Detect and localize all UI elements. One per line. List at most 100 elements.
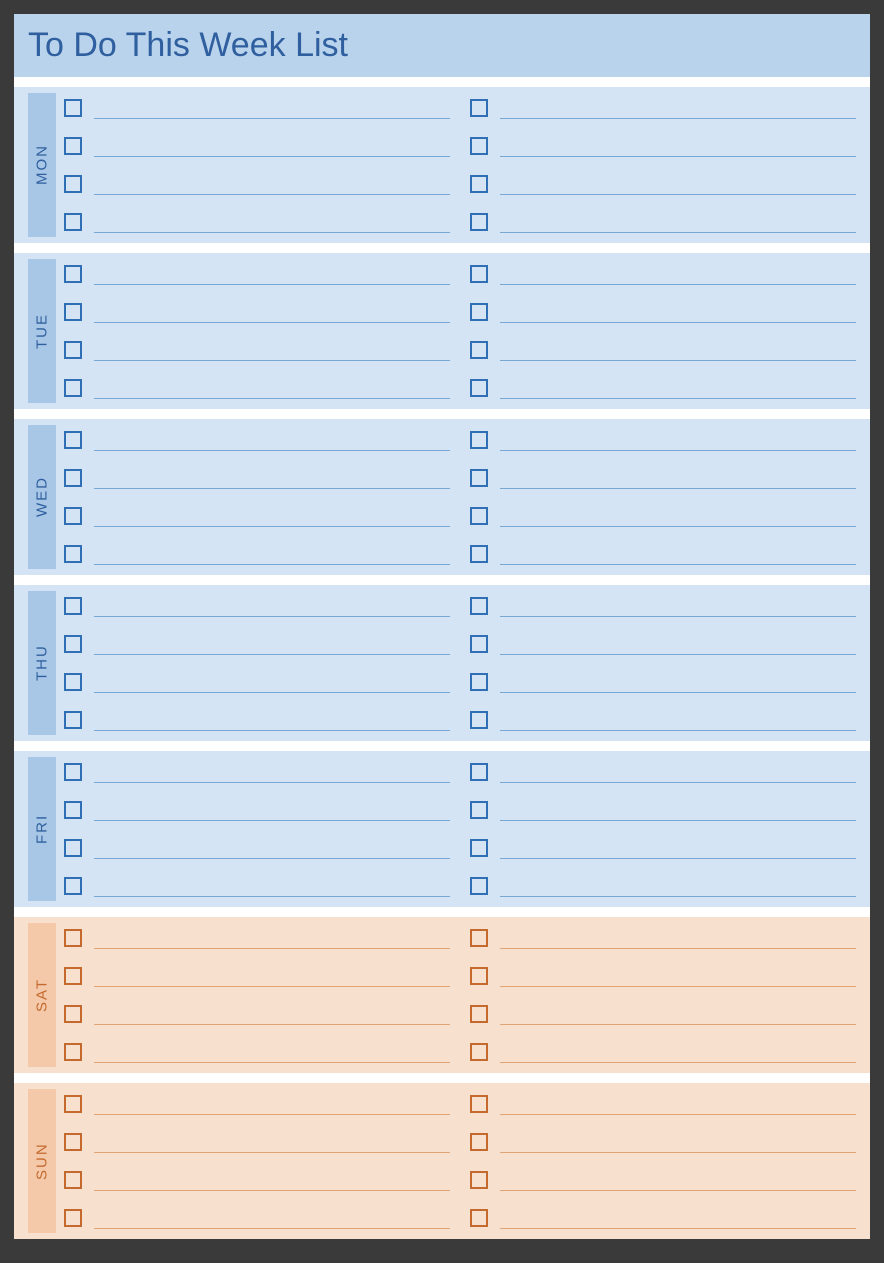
checkbox[interactable] (64, 597, 82, 615)
write-line[interactable] (94, 398, 450, 399)
checkbox[interactable] (470, 431, 488, 449)
write-line[interactable] (500, 450, 856, 451)
write-line[interactable] (94, 782, 450, 783)
checkbox[interactable] (64, 341, 82, 359)
checkbox[interactable] (470, 929, 488, 947)
checkbox[interactable] (64, 877, 82, 895)
write-line[interactable] (500, 782, 856, 783)
write-line[interactable] (500, 820, 856, 821)
checkbox[interactable] (470, 877, 488, 895)
checkbox[interactable] (470, 469, 488, 487)
checkbox[interactable] (64, 1209, 82, 1227)
write-line[interactable] (94, 118, 450, 119)
write-line[interactable] (94, 360, 450, 361)
write-line[interactable] (500, 232, 856, 233)
write-line[interactable] (94, 564, 450, 565)
write-line[interactable] (500, 118, 856, 119)
checkbox[interactable] (470, 265, 488, 283)
write-line[interactable] (94, 1190, 450, 1191)
checkbox[interactable] (470, 967, 488, 985)
write-line[interactable] (94, 284, 450, 285)
write-line[interactable] (500, 564, 856, 565)
checkbox[interactable] (64, 303, 82, 321)
checkbox[interactable] (64, 929, 82, 947)
checkbox[interactable] (470, 1133, 488, 1151)
write-line[interactable] (500, 194, 856, 195)
write-line[interactable] (94, 1228, 450, 1229)
checkbox[interactable] (470, 545, 488, 563)
write-line[interactable] (94, 896, 450, 897)
checkbox[interactable] (470, 99, 488, 117)
write-line[interactable] (500, 1062, 856, 1063)
write-line[interactable] (94, 488, 450, 489)
write-line[interactable] (500, 858, 856, 859)
checkbox[interactable] (64, 1095, 82, 1113)
checkbox[interactable] (64, 673, 82, 691)
checkbox[interactable] (470, 763, 488, 781)
write-line[interactable] (500, 322, 856, 323)
checkbox[interactable] (470, 175, 488, 193)
write-line[interactable] (500, 1114, 856, 1115)
write-line[interactable] (500, 616, 856, 617)
write-line[interactable] (94, 1152, 450, 1153)
checkbox[interactable] (470, 213, 488, 231)
checkbox[interactable] (64, 635, 82, 653)
write-line[interactable] (94, 194, 450, 195)
checkbox[interactable] (470, 839, 488, 857)
checkbox[interactable] (64, 1043, 82, 1061)
checkbox[interactable] (470, 801, 488, 819)
write-line[interactable] (94, 730, 450, 731)
write-line[interactable] (94, 156, 450, 157)
write-line[interactable] (500, 948, 856, 949)
write-line[interactable] (500, 1228, 856, 1229)
checkbox[interactable] (470, 137, 488, 155)
write-line[interactable] (94, 322, 450, 323)
checkbox[interactable] (64, 175, 82, 193)
checkbox[interactable] (470, 1171, 488, 1189)
write-line[interactable] (500, 398, 856, 399)
checkbox[interactable] (64, 711, 82, 729)
checkbox[interactable] (64, 507, 82, 525)
checkbox[interactable] (64, 213, 82, 231)
checkbox[interactable] (470, 597, 488, 615)
checkbox[interactable] (64, 379, 82, 397)
checkbox[interactable] (64, 545, 82, 563)
write-line[interactable] (94, 616, 450, 617)
write-line[interactable] (500, 1024, 856, 1025)
write-line[interactable] (500, 1190, 856, 1191)
checkbox[interactable] (470, 1005, 488, 1023)
write-line[interactable] (94, 526, 450, 527)
checkbox[interactable] (64, 1133, 82, 1151)
write-line[interactable] (94, 820, 450, 821)
write-line[interactable] (94, 692, 450, 693)
write-line[interactable] (500, 986, 856, 987)
write-line[interactable] (500, 896, 856, 897)
checkbox[interactable] (470, 341, 488, 359)
checkbox[interactable] (470, 507, 488, 525)
checkbox[interactable] (64, 265, 82, 283)
write-line[interactable] (500, 654, 856, 655)
checkbox[interactable] (470, 1043, 488, 1061)
write-line[interactable] (500, 360, 856, 361)
write-line[interactable] (500, 730, 856, 731)
checkbox[interactable] (470, 1095, 488, 1113)
checkbox[interactable] (470, 673, 488, 691)
write-line[interactable] (94, 1062, 450, 1063)
checkbox[interactable] (470, 1209, 488, 1227)
checkbox[interactable] (64, 1171, 82, 1189)
write-line[interactable] (94, 986, 450, 987)
checkbox[interactable] (64, 1005, 82, 1023)
checkbox[interactable] (64, 801, 82, 819)
checkbox[interactable] (64, 839, 82, 857)
checkbox[interactable] (64, 763, 82, 781)
write-line[interactable] (94, 948, 450, 949)
checkbox[interactable] (64, 967, 82, 985)
checkbox[interactable] (64, 137, 82, 155)
checkbox[interactable] (470, 303, 488, 321)
write-line[interactable] (500, 488, 856, 489)
write-line[interactable] (500, 692, 856, 693)
write-line[interactable] (500, 1152, 856, 1153)
write-line[interactable] (94, 654, 450, 655)
write-line[interactable] (500, 526, 856, 527)
checkbox[interactable] (64, 469, 82, 487)
